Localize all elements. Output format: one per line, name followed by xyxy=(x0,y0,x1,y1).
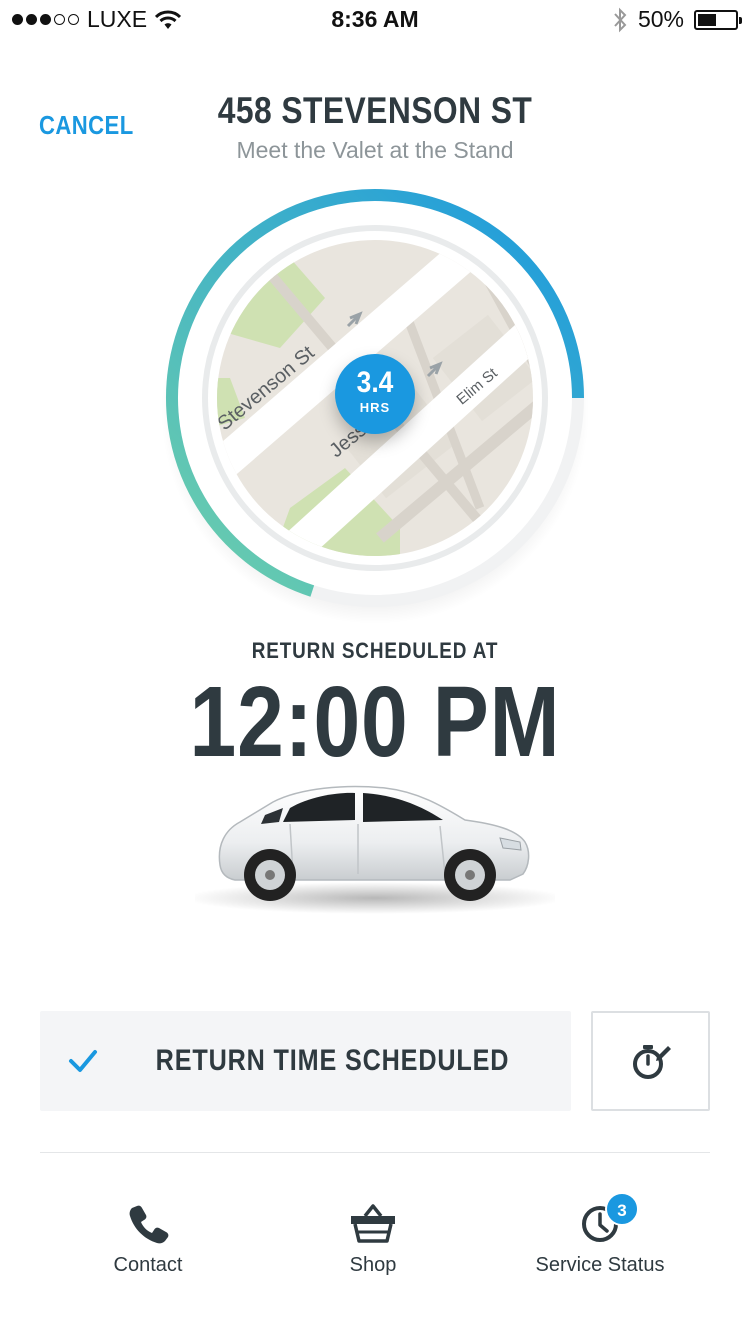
divider xyxy=(40,1152,710,1153)
notification-badge: 3 xyxy=(605,1192,639,1226)
return-time: 12:00 PM xyxy=(189,666,561,778)
battery-tip xyxy=(739,16,742,24)
edit-return-time-button[interactable] xyxy=(591,1011,710,1111)
basket-icon xyxy=(351,1204,395,1243)
page-subtitle: Meet the Valet at the Stand xyxy=(236,137,514,163)
nav-label: Contact xyxy=(113,1254,183,1276)
battery-percent: 50% xyxy=(637,6,684,32)
duration-pin: 3.4 HRS xyxy=(335,354,415,434)
nav-service-status[interactable]: 3 Service Status xyxy=(500,1192,700,1277)
car-image xyxy=(195,785,555,914)
return-time-scheduled-button[interactable]: RETURN TIME SCHEDULED xyxy=(40,1011,571,1111)
screen: LUXE 8:36 AM 50% CANCEL 458 STEVENSON ST… xyxy=(0,0,750,1334)
duration-unit: HRS xyxy=(359,400,391,415)
bluetooth-icon xyxy=(614,7,627,32)
status-right: 50% xyxy=(612,6,742,33)
checkmark-icon xyxy=(68,1050,97,1072)
return-label: RETURN SCHEDULED AT xyxy=(251,638,499,663)
page-title: 458 STEVENSON ST xyxy=(217,90,533,131)
scheduled-label: RETURN TIME SCHEDULED xyxy=(155,1044,510,1077)
status-bar: LUXE 8:36 AM 50% xyxy=(0,0,750,40)
battery-icon xyxy=(694,9,742,30)
service-status-icon-wrap: 3 xyxy=(575,1192,639,1248)
stopwatch-edit-icon xyxy=(632,1045,671,1079)
battery-fill xyxy=(698,13,716,26)
nav-contact[interactable]: Contact xyxy=(48,1198,248,1277)
duration-value: 3.4 xyxy=(356,366,394,399)
nav-label: Shop xyxy=(349,1254,397,1276)
nav-shop[interactable]: Shop xyxy=(273,1198,473,1277)
phone-icon xyxy=(129,1205,169,1244)
nav-label: Service Status xyxy=(535,1254,665,1276)
